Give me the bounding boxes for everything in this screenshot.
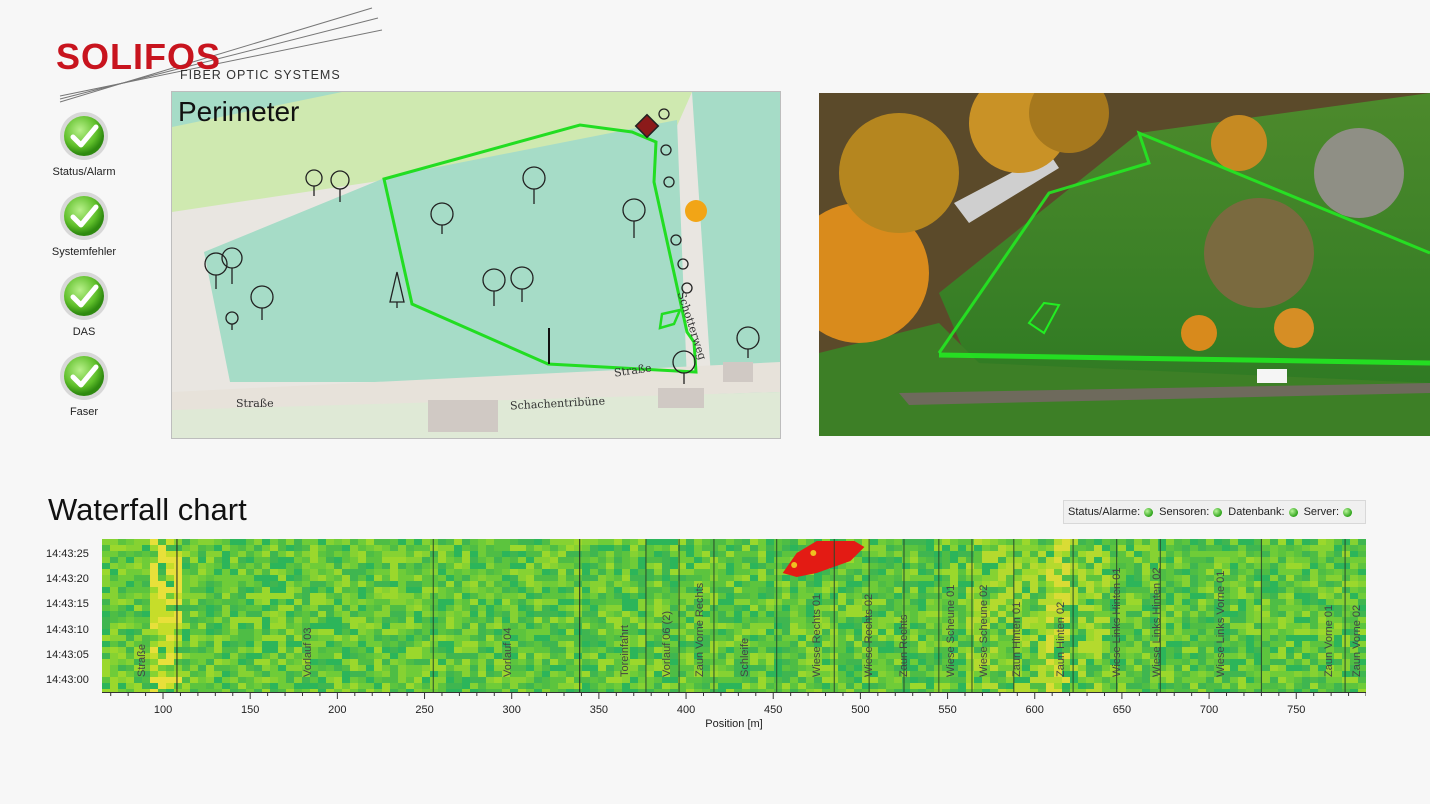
zone-label: Wiese Links Hinten 02 <box>1150 567 1163 677</box>
x-tick-label: 650 <box>1112 704 1132 716</box>
zone-label: Wiese Scheune 01 <box>945 584 958 677</box>
zone-label: Zaun Vorne 02 <box>1351 604 1364 677</box>
x-tick-label: 550 <box>938 704 957 716</box>
zone-label: Vorlauf 04 <box>502 627 515 677</box>
x-tick-label: 500 <box>851 704 870 716</box>
logo-tagline: FIBER OPTIC SYSTEMS <box>180 68 341 82</box>
zone-label: Wiese Rechts 02 <box>863 593 876 677</box>
aerial-photo <box>819 93 1430 436</box>
x-tick-label: 750 <box>1287 704 1306 716</box>
waterfall-title: Waterfall chart <box>48 492 247 527</box>
x-tick-label: 450 <box>764 704 783 716</box>
x-tick-label: 700 <box>1199 704 1219 716</box>
y-tick-label: 14:43:00 <box>46 674 89 686</box>
zone-label: Zaun Hinten 01 <box>1011 601 1024 677</box>
status-led-icon <box>1213 507 1223 517</box>
status-bar-item-0: Status/Alarme: <box>1068 506 1154 518</box>
status-bar-label: Datenbank: <box>1228 506 1285 518</box>
zone-label: Vorlauf 06 (2) <box>660 610 673 677</box>
map-canvas[interactable] <box>172 92 780 438</box>
zone-label: Toreinfahrt <box>619 625 632 677</box>
status-bar-item-3: Server: <box>1303 506 1353 518</box>
hotspot-point <box>791 562 798 568</box>
x-tick-label: 400 <box>676 704 696 716</box>
status-item-1[interactable]: Systemfehler <box>40 190 128 258</box>
status-label: Faser <box>69 406 99 418</box>
x-tick-label: 250 <box>415 704 434 716</box>
status-led-icon <box>1144 507 1154 517</box>
x-tick-label: 200 <box>328 704 347 716</box>
x-tick-label: 600 <box>1025 704 1044 716</box>
status-led-icon <box>1288 507 1298 517</box>
status-label: DAS <box>72 326 96 338</box>
zone-label: Vorlauf 03 <box>301 627 314 677</box>
zone-label: Wiese Scheune 02 <box>978 584 991 677</box>
checkmark-icon <box>60 352 108 400</box>
x-tick-label: 300 <box>502 704 521 716</box>
x-tick-label: 100 <box>153 704 173 716</box>
alarm-marker[interactable] <box>685 200 707 222</box>
road-label-left: Straße <box>236 397 274 410</box>
status-label: Status/Alarm <box>52 166 116 178</box>
status-item-0[interactable]: Status/Alarm <box>40 110 128 178</box>
perimeter-map[interactable]: Perimeter Straße Straße Schachentribüne … <box>171 91 781 439</box>
y-tick-label: 14:43:20 <box>46 573 89 585</box>
map-title: Perimeter <box>178 96 300 127</box>
zone-label: Schleife <box>739 637 752 677</box>
status-label: Systemfehler <box>51 246 117 258</box>
status-item-2[interactable]: DAS <box>40 270 128 338</box>
zone-label: Straße <box>136 643 149 677</box>
checkmark-icon <box>60 192 108 240</box>
zone-label: Zaun Vorne 01 <box>1323 604 1336 677</box>
status-bar-item-2: Datenbank: <box>1228 506 1298 518</box>
zone-label: Zaun Rechts <box>897 614 910 677</box>
zone-label: Wiese Links Hinten 01 <box>1110 567 1123 677</box>
zone-label: Zaun Vorne Rechts <box>694 582 706 677</box>
x-tick-label: 150 <box>241 704 260 716</box>
checkmark-icon <box>60 112 108 160</box>
status-bar-label: Server: <box>1303 506 1340 518</box>
y-tick-label: 14:43:25 <box>46 548 89 560</box>
x-tick-label: 350 <box>589 704 609 716</box>
x-axis-label: Position [m] <box>705 718 763 730</box>
x-axis: Position [m] 100 150 200 250 300 350 400 450 500… <box>102 692 1367 732</box>
zone-label: Wiese Rechts 01 <box>810 593 823 677</box>
y-tick-label: 14:43:05 <box>46 649 89 661</box>
y-tick-label: 14:43:15 <box>46 598 89 610</box>
waterfall-heatmap[interactable]: Straße Vorlauf 03 Vorlauf 04 Toreinfahrt Vor… <box>102 539 1366 692</box>
status-item-3[interactable]: Faser <box>40 350 128 418</box>
system-status-bar: Status/Alarme: Sensoren: Datenbank: Server: <box>1063 500 1366 524</box>
status-led-icon <box>1343 507 1353 517</box>
zone-label: Wiese Links Vorne 01 <box>1215 570 1228 677</box>
status-bar-item-1: Sensoren: <box>1159 506 1223 518</box>
status-bar-label: Status/Alarme: <box>1068 506 1141 518</box>
hotspot-point <box>810 550 817 556</box>
checkmark-icon <box>60 272 108 320</box>
y-tick-label: 14:43:10 <box>46 624 89 636</box>
zone-label: Zaun Hinten 02 <box>1054 601 1067 677</box>
status-bar-label: Sensoren: <box>1159 506 1210 518</box>
